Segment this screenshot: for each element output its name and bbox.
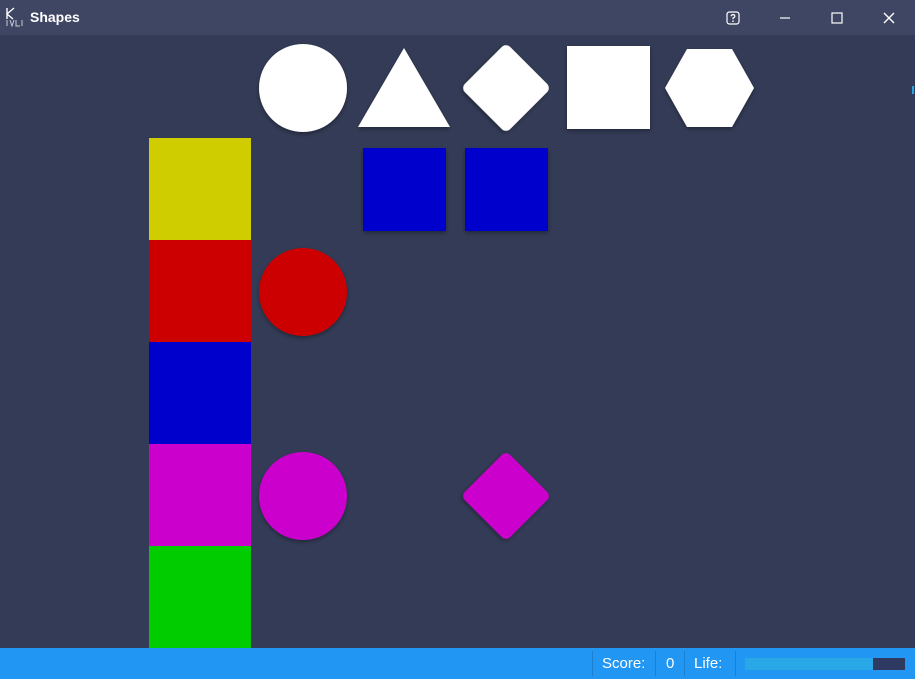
minimize-button[interactable] [760,0,810,35]
header-circle[interactable] [259,44,347,132]
placed-magenta-circle[interactable] [259,452,347,540]
game-board[interactable] [0,35,915,648]
life-bar-fill [745,658,873,670]
close-button[interactable] [864,0,914,35]
header-square[interactable] [567,46,650,129]
placed-red-circle[interactable] [259,248,347,336]
placed-blue-square[interactable] [363,148,446,231]
window-title: Shapes [30,9,80,25]
header-diamond[interactable] [461,43,552,134]
status-bar: Score: 0 Life: [0,648,915,679]
status-divider [735,651,736,676]
maximize-button[interactable] [812,0,862,35]
status-divider [655,651,656,676]
kivy-logo-icon [6,7,23,27]
header-hexagon[interactable] [665,49,754,127]
status-divider [592,651,593,676]
score-value: 0 [666,655,675,672]
title-bar: Shapes [0,0,915,35]
shape-grid [149,43,754,648]
help-button[interactable] [708,0,758,35]
edge-marker [912,86,914,94]
maximize-icon [831,11,843,24]
life-label: Life: [694,655,723,672]
placed-blue-square[interactable] [465,148,548,231]
row-magenta-tile[interactable] [149,444,251,546]
header-triangle[interactable] [358,48,450,127]
row-yellow-tile[interactable] [149,138,251,240]
minimize-icon [780,16,790,19]
life-bar [745,658,905,670]
row-blue-tile[interactable] [149,342,251,444]
score-label: Score: [602,655,646,672]
placed-magenta-diamond[interactable] [461,451,552,542]
help-icon [726,10,740,25]
status-divider [684,651,685,676]
row-red-tile[interactable] [149,240,251,342]
row-green-tile[interactable] [149,546,251,648]
close-icon [883,12,895,23]
